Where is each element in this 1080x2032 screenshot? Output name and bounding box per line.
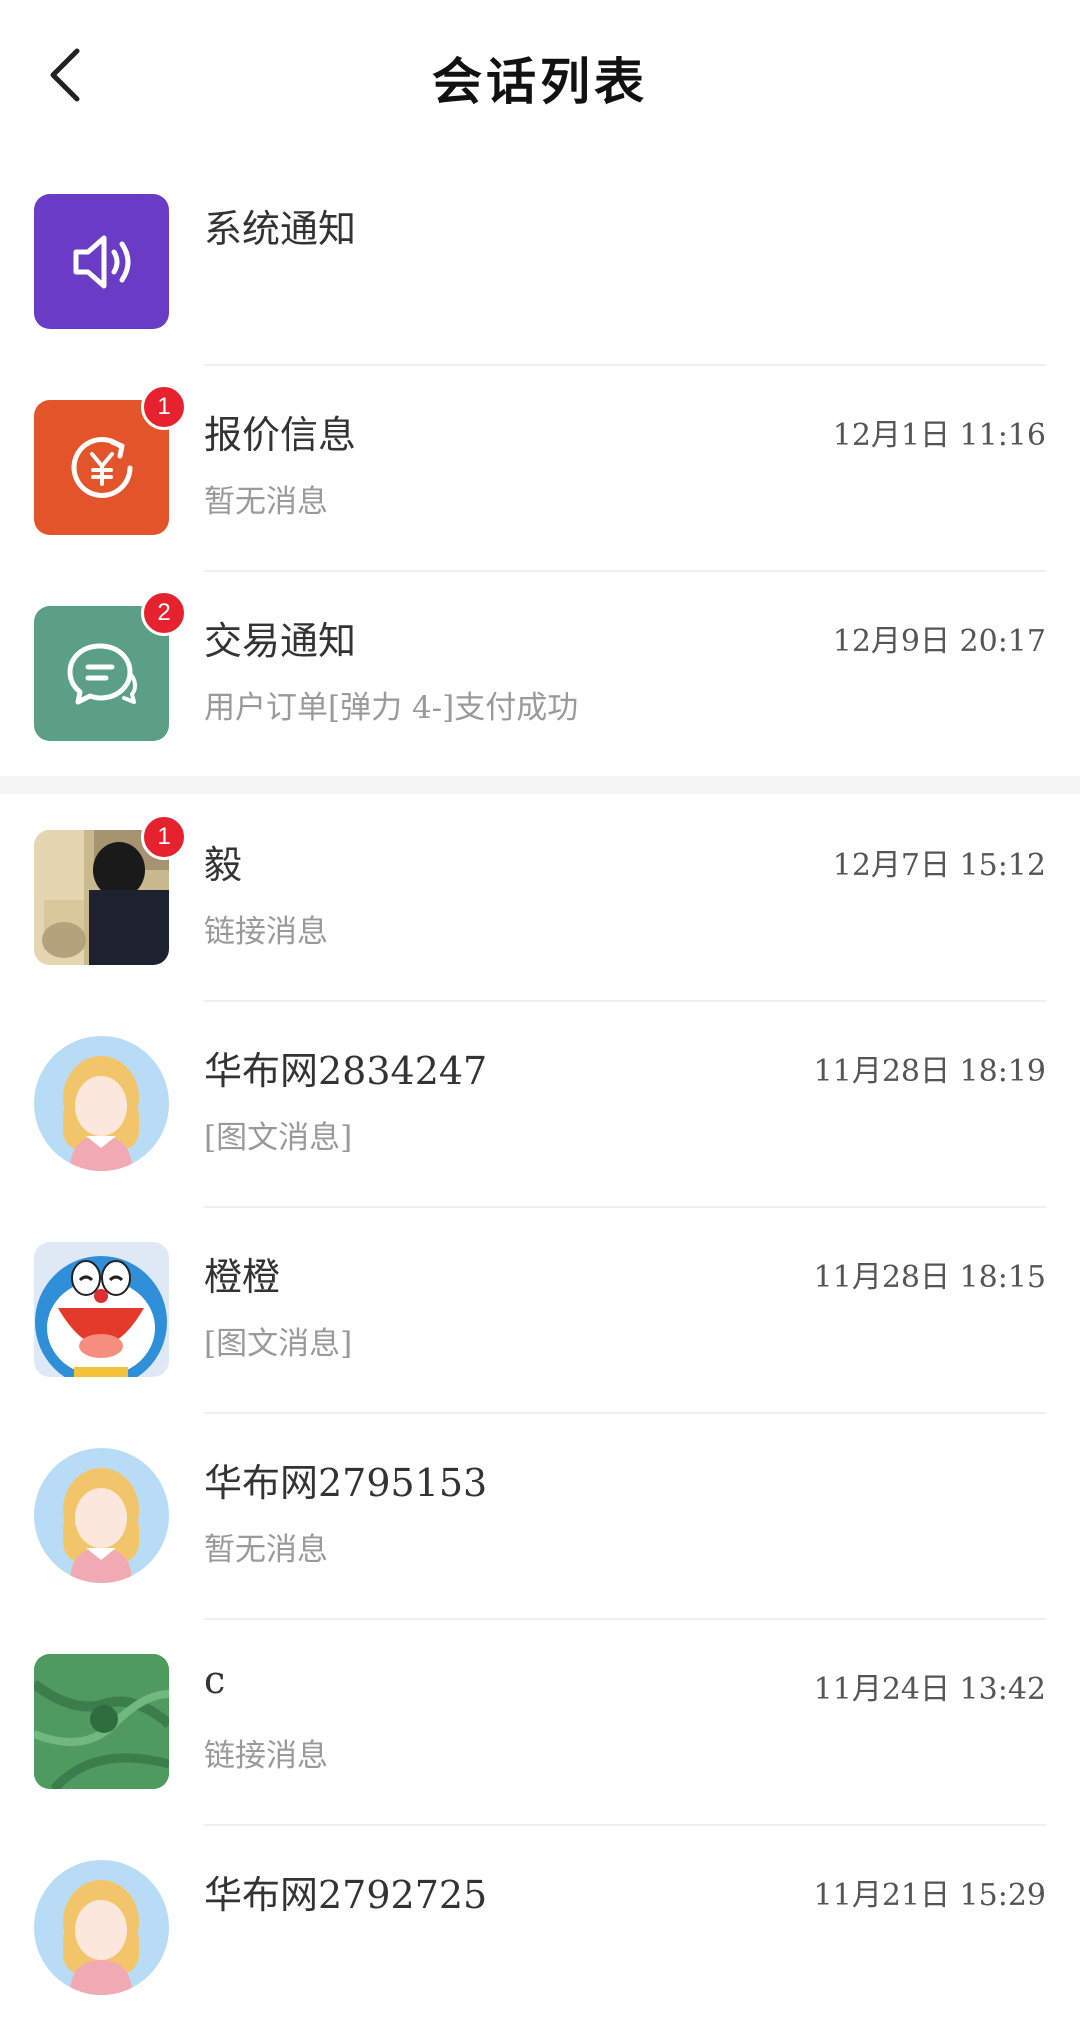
conversation-quote-info[interactable]: 1 报价信息 12月1日 11:16 暂无消息 [0,366,1080,572]
conversation-item[interactable]: c 11月24日 13:42 链接消息 [0,1620,1080,1826]
speaker-icon [34,194,169,329]
conversation-item[interactable]: 橙橙 11月28日 18:15 [图文消息] [0,1208,1080,1414]
unread-badge: 1 [141,384,187,430]
conversation-preview: 暂无消息 [204,484,328,520]
conversation-time: 11月24日 13:42 [813,1672,1046,1707]
page-title: 会话列表 [432,52,648,111]
conversation-name: 华布网2792725 [204,1873,488,1917]
conversation-name: 报价信息 [204,413,357,457]
unread-badge: 1 [141,814,187,860]
conversation-name: 系统通知 [204,207,357,251]
conversation-time: 12月1日 11:16 [832,418,1046,453]
section-separator [0,776,1080,794]
conversation-name: 橙橙 [204,1255,281,1299]
conversation-preview: 暂无消息 [204,1532,328,1568]
conversation-system-notice[interactable]: 系统通知 [0,160,1080,366]
girl-avatar [34,1448,169,1583]
fabric-avatar [34,1654,169,1789]
conversation-name: 华布网2795153 [204,1461,488,1505]
conversation-item[interactable]: 华布网2792725 11月21日 15:29 [0,1826,1080,2032]
conversation-preview: 用户订单[弹力 4-]支付成功 [204,690,579,726]
doraemon-avatar [34,1242,169,1377]
conversation-time: 11月28日 18:19 [813,1054,1046,1089]
conversation-time: 12月9日 20:17 [832,624,1046,659]
conversation-name: 华布网2834247 [204,1049,488,1093]
conversation-time: 12月7日 15:12 [832,848,1046,883]
conversation-name: 交易通知 [204,619,357,663]
conversation-preview: 链接消息 [204,914,328,950]
conversation-item[interactable]: 华布网2795153 暂无消息 [0,1414,1080,1620]
conversation-time: 11月28日 18:15 [813,1260,1046,1295]
conversation-name: c [204,1658,226,1702]
conversation-preview: 链接消息 [204,1738,328,1774]
girl-avatar [34,1860,169,1995]
conversation-item[interactable]: 1 毅 12月7日 15:12 链接消息 [0,796,1080,1002]
girl-avatar [34,1036,169,1171]
conversation-trade-notice[interactable]: 2 交易通知 12月9日 20:17 用户订单[弹力 4-]支付成功 [0,572,1080,778]
header-bar: 会话列表 [0,0,1080,150]
unread-badge: 2 [141,590,187,636]
conversation-time: 11月21日 15:29 [813,1878,1046,1913]
conversation-preview: [图文消息] [204,1326,353,1362]
conversation-preview: [图文消息] [204,1120,353,1156]
conversation-item[interactable]: 华布网2834247 11月28日 18:19 [图文消息] [0,1002,1080,1208]
conversation-name: 毅 [204,843,243,887]
